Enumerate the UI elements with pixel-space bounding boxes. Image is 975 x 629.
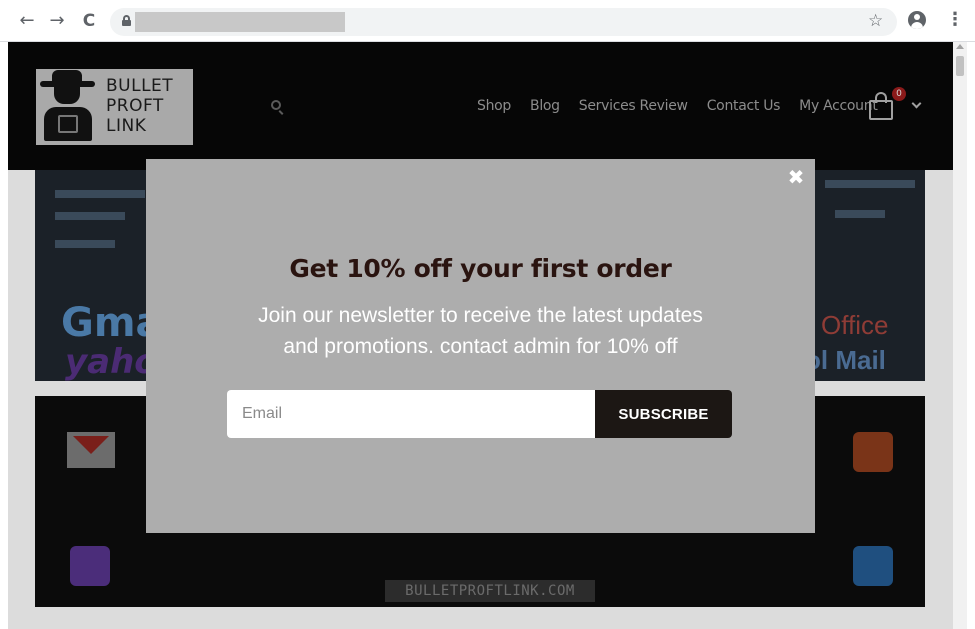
signup-form: SUBSCRIBE [227,390,732,438]
url-redacted [135,12,345,32]
scrollbar-thumb[interactable] [956,56,964,76]
profile-icon[interactable] [908,11,926,29]
subscribe-button[interactable]: SUBSCRIBE [595,390,732,438]
domain-watermark: BULLETPROFTLINK.COM [385,580,595,602]
cart-icon[interactable] [869,92,895,120]
nav-my-account[interactable]: My Account [799,98,878,114]
popup-title: Get 10% off your first order [289,254,672,283]
aol-mail-wordmark: ol Mail [805,345,886,375]
site-header: BULLET PROFT LINK Shop Blog Services Rev… [8,42,953,170]
chevron-down-icon[interactable] [911,98,922,109]
email-field[interactable] [227,390,595,438]
browser-toolbar: ← → C ☆ ⋮ [0,0,975,42]
logo-text: BULLET PROFT LINK [106,76,174,136]
cart-count-badge: 0 [892,87,906,101]
office-wordmark: Office [821,310,889,340]
main-nav: Shop Blog Services Review Contact Us My … [477,98,878,114]
popup-subtitle-line-2: and promotions. contact admin for 10% of… [283,335,678,358]
office-icon [853,432,893,472]
scroll-up-icon[interactable] [956,44,964,49]
popup-subtitle-line-1: Join our newsletter to receive the lates… [258,304,703,327]
close-icon[interactable]: ✖ [786,167,806,187]
yahoo-mail-icon [70,546,110,586]
popup-subtitle: Join our newsletter to receive the lates… [206,300,755,362]
browser-menu-icon[interactable]: ⋮ [946,9,964,30]
newsletter-popup: ✖ Get 10% off your first order Join our … [146,159,815,533]
search-icon[interactable] [271,100,281,110]
gmail-icon [67,432,115,468]
outlook-icon [853,546,893,586]
lock-icon [122,15,131,26]
forward-icon[interactable]: → [46,10,68,32]
nav-contact-us[interactable]: Contact Us [707,98,781,114]
page-viewport: BULLET PROFT LINK Shop Blog Services Rev… [8,42,953,629]
page-scrollbar[interactable] [953,42,967,629]
nav-services-review[interactable]: Services Review [579,98,688,114]
nav-blog[interactable]: Blog [530,98,560,114]
bookmark-star-icon[interactable]: ☆ [868,11,883,31]
address-bar[interactable]: ☆ [110,8,897,36]
reload-icon[interactable]: C [78,10,100,32]
nav-shop[interactable]: Shop [477,98,511,114]
site-logo[interactable]: BULLET PROFT LINK [36,69,193,145]
back-icon[interactable]: ← [16,10,38,32]
